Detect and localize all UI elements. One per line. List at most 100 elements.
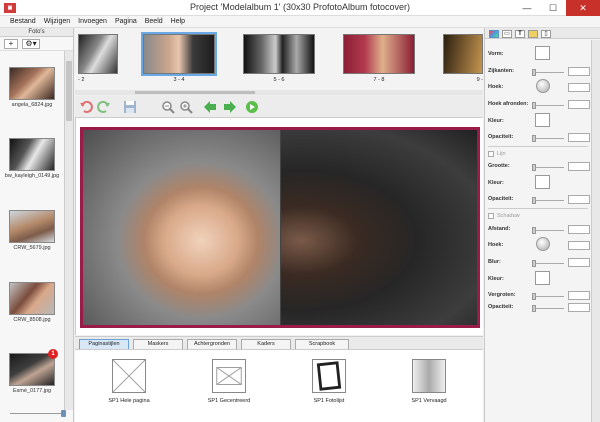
- photo-item[interactable]: Esmé_0177.jpg 1: [0, 349, 64, 394]
- spread-thumbnail[interactable]: 5 - 6: [243, 34, 315, 83]
- line-color-swatch[interactable]: [535, 175, 550, 189]
- scrollbar-thumb[interactable]: [66, 61, 72, 121]
- menu-bestand[interactable]: Bestand: [6, 16, 40, 27]
- play-icon[interactable]: [245, 100, 259, 114]
- menu-help[interactable]: Help: [167, 16, 189, 27]
- shadow-opacity-value-field[interactable]: [568, 303, 590, 312]
- library-tabs: Paginastijlen Maskers Achtergronden Kade…: [75, 336, 483, 349]
- opacity-value-field[interactable]: [568, 133, 590, 142]
- slider-knob[interactable]: [532, 102, 536, 109]
- add-photo-button[interactable]: +: [4, 39, 18, 49]
- slider-knob[interactable]: [532, 293, 536, 300]
- ruler-icon[interactable]: [528, 30, 538, 38]
- shadow-color-swatch[interactable]: [535, 271, 550, 285]
- sides-slider[interactable]: [532, 69, 564, 76]
- angle-value-field[interactable]: [568, 83, 590, 92]
- tab-achtergronden[interactable]: Achtergronden: [187, 339, 237, 349]
- tab-scrapbook[interactable]: Scrapbook: [295, 339, 349, 349]
- menu-wijzigen[interactable]: Wijzigen: [40, 16, 74, 27]
- opacity-slider[interactable]: [532, 135, 564, 142]
- minimize-button[interactable]: —: [514, 0, 540, 16]
- page-style-item[interactable]: SP1 Vervaagd: [401, 359, 457, 404]
- line-opacity-value-field[interactable]: [568, 195, 590, 204]
- spread-thumbnail-selected[interactable]: 3 - 4: [141, 32, 217, 83]
- slider-knob[interactable]: [532, 135, 536, 142]
- maximize-button[interactable]: ☐: [540, 0, 566, 16]
- shadow-opacity-slider[interactable]: [532, 305, 564, 312]
- colors-icon[interactable]: [489, 30, 499, 38]
- photo-settings-button[interactable]: ⚙▾: [22, 39, 40, 49]
- spread-thumbnail[interactable]: - 2: [78, 34, 118, 83]
- page-style-item[interactable]: SP1 Fotolijst: [301, 359, 357, 404]
- menu-invoegen[interactable]: Invoegen: [74, 16, 111, 27]
- right-page-photo[interactable]: [281, 130, 477, 325]
- slider-knob[interactable]: [532, 164, 536, 171]
- spread-strip-scrollbar[interactable]: [75, 90, 483, 95]
- line-opacity-slider[interactable]: [532, 197, 564, 204]
- opacity-row: Opaciteit:: [488, 133, 594, 143]
- line-size-value-field[interactable]: [568, 162, 590, 171]
- arrow-left-icon[interactable]: [203, 100, 217, 114]
- shadow-checkbox[interactable]: [488, 213, 494, 219]
- enlarge-value-field[interactable]: [568, 291, 590, 300]
- distance-value-field[interactable]: [568, 225, 590, 234]
- left-page-photo[interactable]: [83, 130, 280, 325]
- thumbnail-size-slider[interactable]: [4, 410, 68, 417]
- menu-pagina[interactable]: Pagina: [111, 16, 141, 27]
- window-controls: — ☐ ✕: [514, 0, 600, 16]
- sides-value-field[interactable]: [568, 67, 590, 76]
- photo-list-scrollbar[interactable]: [64, 51, 73, 410]
- photo-item[interactable]: bw_kayleigh_0149.jpg: [0, 138, 64, 179]
- photo-item[interactable]: CRW_8508.jpg: [0, 282, 64, 323]
- blur-slider[interactable]: [532, 260, 564, 267]
- slider-knob[interactable]: [532, 305, 536, 312]
- arrow-right-icon[interactable]: [223, 100, 237, 114]
- round-corners-value-field[interactable]: [568, 100, 590, 109]
- zoom-out-icon[interactable]: [161, 100, 175, 114]
- notification-badge: 1: [48, 349, 58, 359]
- spread-thumbnail[interactable]: 9 -: [443, 34, 483, 83]
- shadow-angle-value-field[interactable]: [568, 241, 590, 250]
- spread-image: [343, 34, 415, 74]
- slider-knob[interactable]: [61, 410, 66, 417]
- distance-slider[interactable]: [532, 227, 564, 234]
- distance-label: Afstand:: [488, 226, 511, 232]
- menu-beeld[interactable]: Beeld: [141, 16, 167, 27]
- frame-icon[interactable]: ▭: [502, 30, 512, 38]
- slider-knob[interactable]: [532, 69, 536, 76]
- redo-icon[interactable]: [97, 100, 111, 114]
- zoom-in-icon[interactable]: [179, 100, 193, 114]
- undo-icon[interactable]: [79, 100, 93, 114]
- spread-canvas[interactable]: [80, 127, 480, 328]
- page-style-item[interactable]: SP1 Gecentreerd: [201, 359, 257, 404]
- slider-knob[interactable]: [532, 197, 536, 204]
- spread-label: 9 -: [476, 77, 483, 83]
- properties-scrollbar[interactable]: [591, 40, 600, 422]
- photo-thumbnail: [9, 67, 55, 100]
- scrollbar-thumb[interactable]: [135, 91, 255, 94]
- tab-maskers[interactable]: Maskers: [133, 339, 183, 349]
- spread-thumbnail[interactable]: 7 - 8: [343, 34, 415, 83]
- close-button[interactable]: ✕: [566, 0, 600, 16]
- enlarge-slider[interactable]: [532, 293, 564, 300]
- tab-paginastijlen[interactable]: Paginastijlen: [79, 339, 129, 349]
- page-style-item[interactable]: SP1 Hele pagina: [101, 359, 157, 404]
- photo-item[interactable]: CRW_5679.jpg: [0, 210, 64, 251]
- line-size-slider[interactable]: [532, 164, 564, 171]
- save-icon[interactable]: [123, 100, 137, 114]
- shadow-angle-dial[interactable]: [536, 237, 550, 251]
- angle-dial[interactable]: [536, 79, 550, 93]
- round-corners-slider[interactable]: [532, 102, 564, 109]
- sides-row: Zijkanten:: [488, 67, 594, 77]
- photo-item[interactable]: angela_6824.jpg: [0, 67, 64, 108]
- color-swatch[interactable]: [535, 113, 550, 127]
- tab-kaders[interactable]: Kaders: [241, 339, 291, 349]
- text-icon[interactable]: T: [515, 30, 525, 38]
- slider-knob[interactable]: [532, 260, 536, 267]
- spread-label: 3 - 4: [173, 77, 185, 83]
- page-icon[interactable]: ▯: [541, 30, 551, 38]
- slider-knob[interactable]: [532, 227, 536, 234]
- line-checkbox[interactable]: [488, 151, 494, 157]
- blur-value-field[interactable]: [568, 258, 590, 267]
- shape-picker[interactable]: [535, 46, 550, 60]
